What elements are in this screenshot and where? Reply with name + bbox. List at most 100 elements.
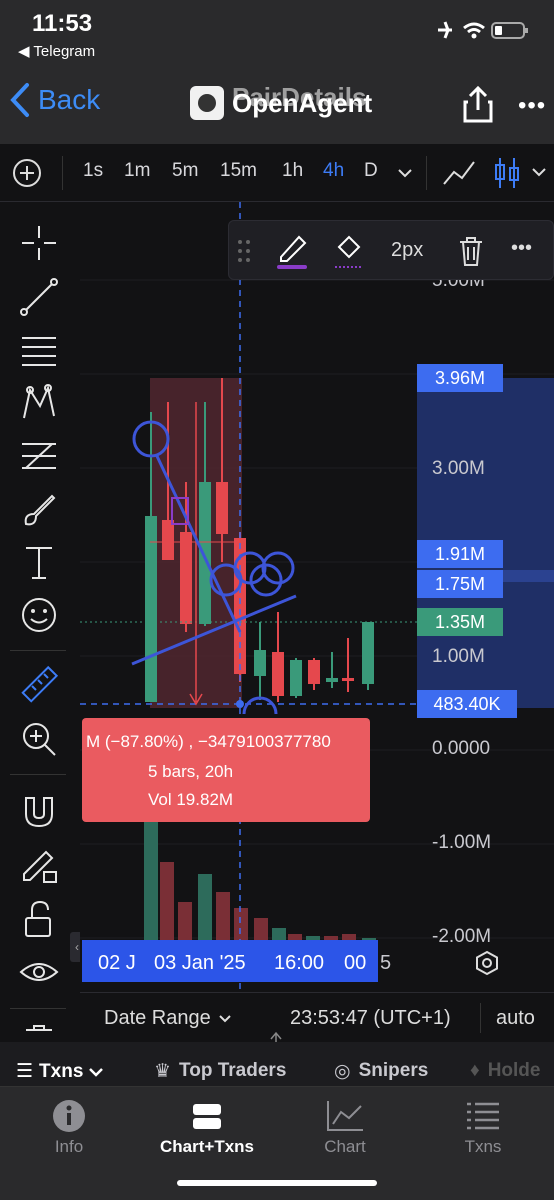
axis-label: 3.00M [432,458,485,479]
back-button[interactable]: Back [10,82,100,118]
ruler-icon[interactable] [18,664,60,706]
more-drawing-options-icon[interactable]: ••• [511,237,532,260]
fill-color-icon[interactable] [331,231,365,271]
tab-snipers[interactable]: ◎ Snipers [334,1060,428,1083]
axis-label: -2.00M [432,926,492,947]
time-label: 02 J [98,952,136,974]
emoji-icon[interactable] [18,594,60,636]
measurement-info-box: M (−87.80%) , −3479100377780 5 bars, 20h… [82,718,370,822]
pattern-tool-icon[interactable] [18,382,60,424]
volume-bars [144,822,376,942]
axis-label: 1.00M [432,646,485,667]
tab-info[interactable]: Info [14,1095,124,1157]
sub-tabs: ☰ Txns ♛ Top Traders ◎ Snipers ♦ Holde [0,1042,554,1086]
line-chart-type-icon[interactable] [442,158,476,188]
stroke-width-selector[interactable]: 2px [391,239,423,262]
share-icon[interactable] [462,84,494,124]
measure-change-text: M (−87.80%) , −3479100377780 [86,732,331,751]
time-label: 16:00 [274,952,325,974]
back-label: Back [38,84,101,115]
add-indicator-icon[interactable] [12,158,42,188]
return-to-telegram-link[interactable]: ◀ Telegram [18,42,95,60]
chevron-left-icon [10,83,29,117]
tab-txns[interactable]: Txns [428,1095,538,1157]
timeframe-5m[interactable]: 5m [172,160,198,182]
horizontal-lines-icon[interactable] [18,330,60,372]
chart-txns-icon [193,1104,221,1129]
crosshair-price-tag: 483.40K [417,690,517,718]
trash-icon[interactable] [18,1022,60,1042]
crosshair-icon[interactable] [18,222,60,264]
info-icon [53,1100,85,1132]
price-chart[interactable]: 5.00M 3.00M 1.00M 0.0000 -1.00M -2.00M 3… [80,202,554,992]
eye-icon[interactable] [18,952,60,994]
magnet-icon[interactable] [18,790,60,832]
candlestick-type-icon[interactable] [492,156,522,190]
trophy-icon: ♛ [154,1061,172,1082]
tab-chart[interactable]: Chart [290,1095,400,1157]
tab-label: Info [54,1137,84,1156]
subtab-label: Top Traders [179,1060,287,1081]
timezone-clock[interactable]: 23:53:47 (UTC+1) [290,1007,451,1030]
timeframe-toolbar: 1s 1m 5m 15m 1h 4h D [0,144,554,202]
subtab-label: Snipers [358,1060,429,1081]
timeframe-1s[interactable]: 1s [83,160,103,182]
timeframe-D[interactable]: D [364,160,378,182]
home-indicator [177,1180,377,1186]
list-icon [467,1102,499,1130]
auto-scale-toggle[interactable]: auto [496,1007,535,1030]
time-axis[interactable]: 02 J 03 Jan '25 16:00 00 [82,940,378,982]
more-options-icon[interactable]: ••• [518,92,546,120]
drawing-edit-toolbar: 2px ••• [228,220,554,280]
drag-handle-icon[interactable] [237,239,251,263]
price-tag: 1.75M [417,570,503,598]
timeframe-4h[interactable]: 4h [323,160,344,182]
title-overlay: PairDetails [232,82,367,112]
chevron-down-icon [89,1067,104,1077]
crosshair-time-label: 03 Jan '25 [154,952,246,974]
measure-volume-text: Vol 19.82M [148,790,234,809]
text-tool-icon[interactable] [18,542,60,584]
chevron-down-icon[interactable] [532,166,546,180]
chart-settings-icon[interactable] [474,950,500,976]
timeframe-1m[interactable]: 1m [124,160,150,182]
airplane-wifi-battery-icon [438,21,528,39]
tab-txns-dropdown[interactable]: ☰ Txns [16,1060,104,1083]
tab-holders[interactable]: ♦ Holde [470,1060,540,1082]
fib-retracement-icon[interactable] [18,436,60,478]
chevron-down-icon [219,1014,231,1022]
price-tag: 1.91M [417,540,503,568]
tab-top-traders[interactable]: ♛ Top Traders [154,1060,286,1083]
chart-icon [327,1101,363,1131]
current-price-tag: 1.35M [417,608,503,636]
chevron-down-icon[interactable] [398,168,412,178]
unlock-icon[interactable] [18,898,60,940]
target-icon: ◎ [334,1061,351,1082]
date-range-bar: Date Range 23:53:47 (UTC+1) auto [80,992,554,1065]
drawing-tools-sidebar: ‹ [0,202,84,1042]
status-bar: 11:53 ◀ Telegram [0,0,554,64]
status-icons [434,18,534,47]
app-logo-icon [190,86,224,120]
status-time: 11:53 [32,10,93,37]
date-range-dropdown[interactable]: Date Range [104,1007,231,1030]
brush-icon[interactable] [18,490,60,532]
pencil-color-icon[interactable] [275,231,309,271]
trend-line-icon[interactable] [18,276,60,318]
tab-label: Chart+Txns [160,1137,254,1156]
lock-drawing-pencil-icon[interactable] [18,844,60,886]
tab-chart-txns[interactable]: Chart+Txns [152,1095,262,1157]
zoom-in-icon[interactable] [18,718,60,760]
date-range-label: Date Range [104,1007,211,1029]
delete-drawing-icon[interactable] [457,235,485,267]
measure-bars-text: 5 bars, 20h [148,762,234,781]
time-label: 00 [344,952,367,974]
subtab-label: Txns [39,1060,84,1082]
timeframe-1h[interactable]: 1h [282,160,303,182]
tab-label: Txns [464,1137,502,1156]
tab-label: Chart [324,1137,366,1156]
subtab-label: Holde [487,1060,541,1081]
menu-icon: ☰ [16,1061,34,1082]
timeframe-15m[interactable]: 15m [220,160,257,182]
axis-label: -1.00M [432,832,492,853]
